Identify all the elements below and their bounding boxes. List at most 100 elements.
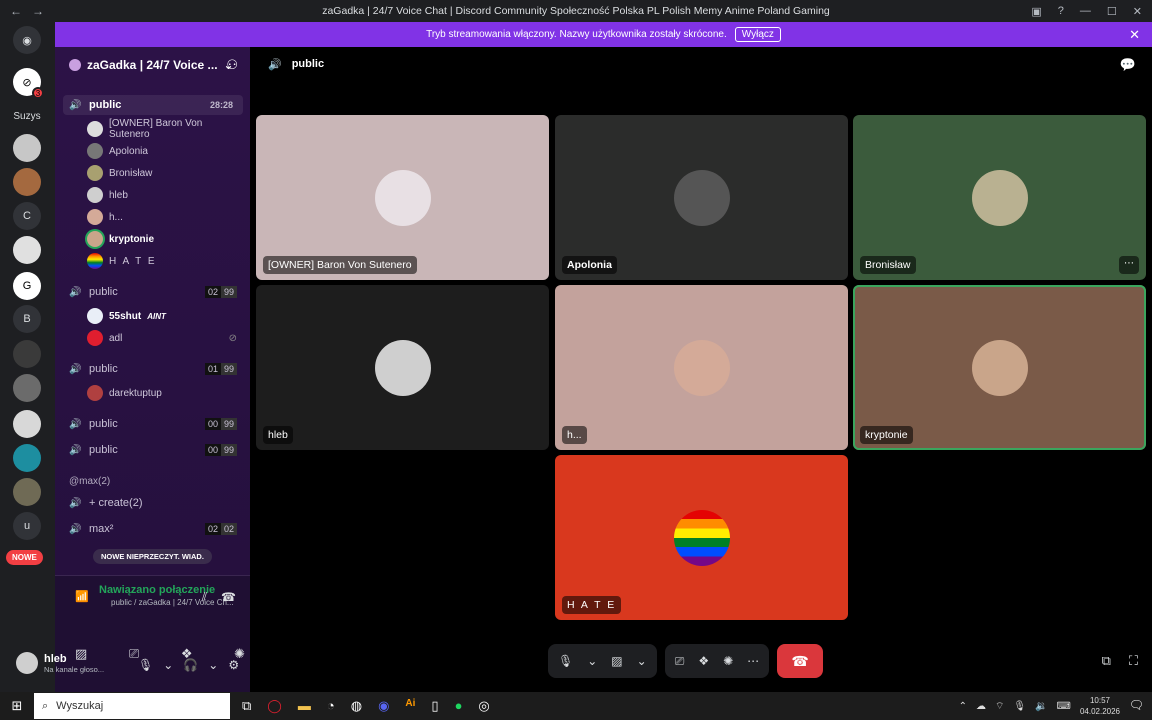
voice-channel[interactable]: 🔊 public 02 99 — [63, 282, 243, 302]
windows-start-icon[interactable]: ⊞ — [0, 698, 34, 714]
participant-tile[interactable]: [OWNER] Baron Von Sutenero — [256, 115, 549, 280]
participant-tile[interactable]: hleb — [256, 285, 549, 450]
mention-badge: 3 — [32, 87, 44, 99]
server-icon[interactable] — [13, 478, 41, 506]
voice-user[interactable]: hleb — [87, 186, 237, 204]
chat-bubble-icon[interactable]: 💬 — [1120, 57, 1136, 73]
forward-arrow-icon[interactable]: → — [32, 4, 44, 18]
voice-user-speaking[interactable]: kryptonie — [87, 230, 237, 248]
voice-user[interactable]: 55shut AINT — [87, 307, 237, 325]
server-initial-icon[interactable]: u — [13, 512, 41, 540]
disconnect-icon[interactable]: ☎ — [221, 590, 236, 605]
headphones-icon[interactable]: 🎧 — [183, 658, 198, 672]
server-icon[interactable]: G — [13, 272, 41, 300]
window-title: zaGadka | 24/7 Voice Chat | Discord Comm… — [322, 5, 830, 17]
voice-user[interactable]: H A T E — [87, 252, 237, 270]
minimize-button[interactable]: — — [1080, 5, 1091, 17]
chevron-down-icon[interactable]: ⌄ — [587, 654, 597, 668]
server-icon[interactable] — [13, 444, 41, 472]
steam-icon[interactable]: ◍ — [351, 698, 362, 714]
guild-icon — [69, 59, 81, 71]
chevron-down-icon[interactable]: ⌄ — [163, 658, 173, 672]
server-icon[interactable] — [13, 168, 41, 196]
participant-tile-speaking[interactable]: kryptonie — [853, 285, 1146, 450]
wifi-icon[interactable]: ⌔ — [995, 700, 1004, 713]
spotify-icon[interactable]: ● — [455, 698, 463, 714]
back-arrow-icon[interactable]: ← — [10, 4, 22, 18]
server-icon[interactable]: ⊘ 3 — [13, 68, 44, 99]
voice-user[interactable]: [OWNER] Baron Von Sutenero — [87, 118, 237, 140]
illustrator-icon[interactable]: Ai — [405, 698, 415, 714]
camera-off-icon[interactable]: ▨ — [611, 654, 622, 668]
discord-icon[interactable]: ◉ — [378, 698, 389, 714]
server-icon[interactable] — [13, 340, 41, 368]
server-initial-icon[interactable]: C — [13, 202, 41, 230]
invite-people-icon[interactable]: ⚇ — [226, 57, 238, 73]
more-icon[interactable]: ⋯ — [747, 654, 759, 668]
help-icon[interactable]: ? — [1058, 5, 1064, 17]
soundboard-icon[interactable]: ✺ — [723, 654, 733, 668]
new-unread-messages-pill[interactable]: NOWE NIEPRZECZYT. WIAD. — [93, 549, 212, 564]
participant-tile[interactable]: Apolonia — [555, 115, 848, 280]
discord-home-icon[interactable]: ◉ — [13, 26, 41, 54]
voice-channel-active[interactable]: 🔊 public 28:28 — [63, 95, 243, 115]
participant-tile[interactable]: H A T E — [555, 455, 848, 620]
chevron-down-icon[interactable]: ⌄ — [637, 654, 647, 668]
chrome-icon[interactable]: ◎ — [478, 698, 489, 714]
microphone-icon[interactable]: 🎙 — [558, 654, 573, 668]
server-icon[interactable] — [13, 134, 41, 162]
volume-icon[interactable]: 🔉 — [1035, 701, 1047, 712]
server-initial-icon[interactable]: B — [13, 305, 41, 333]
disconnect-button[interactable]: ☎ — [777, 644, 824, 678]
microphone-icon[interactable]: 🎙 — [1013, 701, 1026, 712]
category-header[interactable]: @max(2) — [69, 476, 110, 487]
fullscreen-icon[interactable]: ⛶ — [1129, 653, 1138, 669]
microphone-icon[interactable]: 🎙 — [138, 658, 153, 672]
activities-icon[interactable]: ❖ — [698, 654, 709, 668]
popout-icon[interactable]: ⧉ — [1102, 653, 1111, 669]
folder-label[interactable]: Suzys — [13, 102, 41, 130]
disable-streamer-mode-button[interactable]: Wyłącz — [734, 27, 781, 42]
maximize-button[interactable]: ☐ — [1107, 5, 1117, 18]
voice-user[interactable]: Bronisław — [87, 164, 237, 182]
opera-icon[interactable]: ◯ — [267, 698, 282, 714]
notification-center-icon[interactable]: 🗨 — [1129, 698, 1144, 712]
close-banner-icon[interactable]: ✕ — [1129, 27, 1140, 43]
server-icon[interactable] — [13, 236, 41, 264]
chevron-down-icon[interactable]: ⌄ — [208, 658, 218, 672]
app-icon[interactable]: ▯ — [431, 698, 438, 714]
server-icon[interactable] — [13, 374, 41, 402]
participant-tile[interactable]: h... — [555, 285, 848, 450]
task-view-icon[interactable]: ⧉ — [242, 698, 251, 714]
inbox-icon[interactable]: ▣ — [1031, 5, 1041, 18]
voice-channel[interactable]: 🔊 public 00 99 — [63, 414, 243, 434]
voice-channel[interactable]: 🔊 public 01 99 — [63, 359, 243, 379]
voice-user[interactable]: Apolonia — [87, 142, 237, 160]
screen-share-icon[interactable]: ⎚ — [675, 654, 685, 669]
more-options-button[interactable]: ⋯ — [1119, 256, 1139, 274]
voice-channel[interactable]: 🔊 + create(2) — [63, 493, 243, 513]
gear-icon[interactable]: ⚙ — [228, 658, 239, 672]
chevron-up-icon[interactable]: ⌃ — [959, 701, 967, 712]
close-window-button[interactable]: ✕ — [1133, 5, 1142, 18]
voice-user[interactable]: h... — [87, 208, 237, 226]
file-explorer-icon[interactable]: ▬ — [298, 698, 311, 714]
noise-suppression-icon[interactable]: ⫽ — [202, 590, 207, 605]
guild-header[interactable]: zaGadka | 24/7 Voice ... ⌄ ⚇ — [55, 47, 250, 83]
clock[interactable]: 10:57 04.02.2026 — [1080, 695, 1120, 717]
avatar[interactable] — [16, 652, 38, 674]
taskbar-search[interactable]: ⌕ Wyszukaj — [34, 693, 230, 719]
server-icon[interactable] — [13, 410, 41, 438]
signal-icon[interactable]: 📶 — [75, 590, 89, 603]
voice-user[interactable]: adl ⊘ — [87, 329, 237, 347]
channel-sidebar: zaGadka | 24/7 Voice ... ⌄ ⚇ 🔊 public 28… — [55, 47, 250, 692]
keyboard-icon[interactable]: ⌨ — [1057, 701, 1071, 712]
voice-user[interactable]: darektuptup — [87, 384, 237, 402]
participant-avatar — [971, 339, 1028, 396]
voice-channel[interactable]: 🔊 max² 02 02 — [63, 519, 243, 539]
voice-channel[interactable]: 🔊 public 00 99 — [63, 440, 243, 460]
app-icon[interactable]: ◔ — [327, 698, 335, 714]
participant-tile[interactable]: Bronisław ⋯ — [853, 115, 1146, 280]
new-unread-badge[interactable]: NOWE — [6, 550, 43, 565]
network-icon[interactable]: ☁ — [976, 701, 986, 712]
